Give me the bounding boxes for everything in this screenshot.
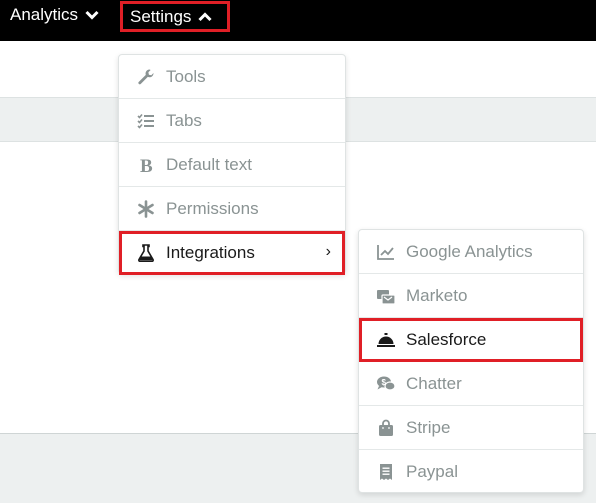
line-chart-icon <box>375 241 397 263</box>
menu-item-default-text[interactable]: B Default text <box>119 143 345 187</box>
svg-text:B: B <box>140 156 153 174</box>
submenu-item-stripe[interactable]: Stripe <box>359 406 583 450</box>
submenu-item-marketo[interactable]: Marketo <box>359 274 583 318</box>
submenu-item-google-analytics[interactable]: Google Analytics <box>359 230 583 274</box>
menu-item-label: Paypal <box>406 462 458 481</box>
chevron-down-icon <box>85 10 99 20</box>
wrench-icon <box>135 66 157 88</box>
menu-item-label: Google Analytics <box>406 241 533 261</box>
chevron-up-icon <box>198 11 212 22</box>
menu-item-tools[interactable]: Tools <box>119 55 345 99</box>
bold-icon: B <box>135 154 157 176</box>
menu-item-integrations[interactable]: Integrations › <box>119 231 345 275</box>
submenu-item-chatter[interactable]: $ Chatter <box>359 362 583 406</box>
asterisk-icon <box>135 198 157 220</box>
submenu-arrow-icon: › <box>325 243 331 260</box>
svg-text:$: $ <box>382 378 387 387</box>
menu-item-label: Integrations <box>166 243 255 262</box>
menu-item-label: Salesforce <box>406 329 487 349</box>
nav-settings[interactable]: Settings <box>120 1 230 32</box>
nav-settings-label: Settings <box>130 6 192 26</box>
menu-item-label: Default text <box>166 154 252 174</box>
nav-analytics[interactable]: Analytics <box>10 0 99 30</box>
menu-item-label: Tabs <box>166 110 202 130</box>
submenu-item-salesforce[interactable]: Salesforce <box>359 318 583 362</box>
nav-analytics-label: Analytics <box>10 5 79 24</box>
menu-item-label: Tools <box>166 66 206 86</box>
menu-item-tabs[interactable]: Tabs <box>119 99 345 143</box>
service-bell-icon <box>375 329 397 351</box>
receipt-icon <box>375 461 397 483</box>
chat-bubbles-icon: $ <box>375 373 397 395</box>
menu-item-label: Chatter <box>406 373 462 393</box>
menu-item-label: Stripe <box>406 417 451 437</box>
menu-item-permissions[interactable]: Permissions <box>119 187 345 231</box>
checklist-icon <box>135 110 157 132</box>
menu-item-label: Marketo <box>406 285 468 305</box>
page: Analytics Settings Tools Tabs B Default … <box>0 0 596 503</box>
menu-item-label: Permissions <box>166 198 259 218</box>
flask-icon <box>135 242 157 264</box>
settings-dropdown-menu: Tools Tabs B Default text Permissions In… <box>118 54 346 275</box>
top-navigation-bar: Analytics Settings <box>0 0 596 41</box>
integrations-submenu: Google Analytics Marketo Salesforce $ Ch… <box>358 229 584 493</box>
marketo-icon <box>375 285 397 307</box>
submenu-item-paypal[interactable]: Paypal <box>359 450 583 494</box>
shopping-bag-icon <box>375 417 397 439</box>
